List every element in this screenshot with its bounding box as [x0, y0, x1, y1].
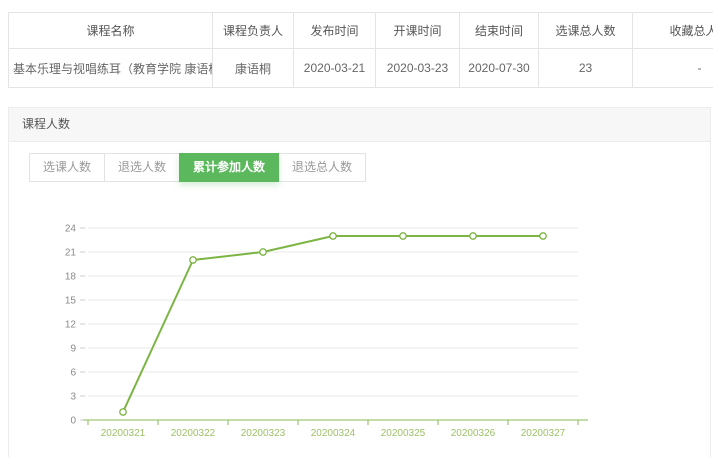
svg-text:6: 6 [70, 368, 76, 379]
tab-total-withdrawn-count[interactable]: 退选总人数 [278, 153, 366, 182]
svg-text:20200321: 20200321 [101, 428, 146, 439]
svg-text:12: 12 [65, 320, 77, 331]
svg-text:20200323: 20200323 [241, 428, 286, 439]
column-header-end-time: 结束时间 [460, 13, 539, 49]
tab-cumulative-participants[interactable]: 累计参加人数 [179, 153, 279, 182]
cell-course-name: 基本乐理与视唱练耳（教育学院 康语桐） [9, 49, 213, 88]
cell-favorite-total: - [633, 49, 713, 88]
tab-selected-count[interactable]: 选课人数 [29, 153, 105, 182]
svg-text:20200322: 20200322 [171, 428, 216, 439]
svg-text:21: 21 [65, 248, 77, 259]
cell-enroll-total: 23 [539, 49, 633, 88]
column-header-publish-time: 发布时间 [294, 13, 376, 49]
column-header-start-time: 开课时间 [376, 13, 460, 49]
svg-text:20200324: 20200324 [311, 428, 356, 439]
course-info-table: 课程名称 课程负责人 发布时间 开课时间 结束时间 选课总人数 收藏总人数 基本… [8, 12, 713, 88]
svg-text:0: 0 [70, 416, 76, 427]
svg-text:20200327: 20200327 [521, 428, 566, 439]
tab-withdrawn-count[interactable]: 退选人数 [104, 153, 180, 182]
cell-course-leader: 康语桐 [213, 49, 294, 88]
course-table-header: 课程名称 课程负责人 发布时间 开课时间 结束时间 选课总人数 收藏总人数 [9, 13, 713, 49]
column-header-enroll-total: 选课总人数 [539, 13, 633, 49]
cell-end-time: 2020-07-30 [460, 49, 539, 88]
svg-text:20200325: 20200325 [381, 428, 426, 439]
svg-text:24: 24 [65, 224, 77, 235]
column-header-course-leader: 课程负责人 [213, 13, 294, 49]
svg-text:15: 15 [65, 296, 77, 307]
svg-text:3: 3 [70, 392, 76, 403]
svg-text:18: 18 [65, 272, 77, 283]
svg-text:20200326: 20200326 [451, 428, 496, 439]
cell-start-time: 2020-03-23 [376, 49, 460, 88]
column-header-favorite-total: 收藏总人数 [633, 13, 713, 49]
header-row: 课程名称 课程负责人 发布时间 开课时间 结束时间 选课总人数 收藏总人数 [9, 13, 713, 49]
cell-publish-time: 2020-03-21 [294, 49, 376, 88]
table-row: 基本乐理与视唱练耳（教育学院 康语桐） 康语桐 2020-03-21 2020-… [9, 49, 713, 88]
svg-text:9: 9 [70, 344, 76, 355]
column-header-course-name: 课程名称 [9, 13, 213, 49]
line-chart: 0 3 6 9 12 15 18 21 24 20200321 20200322 20200323 20… [0, 190, 650, 452]
panel-title: 课程人数 [9, 108, 710, 142]
chart-tab-bar: 选课人数 退选人数 累计参加人数 退选总人数 [29, 153, 366, 182]
